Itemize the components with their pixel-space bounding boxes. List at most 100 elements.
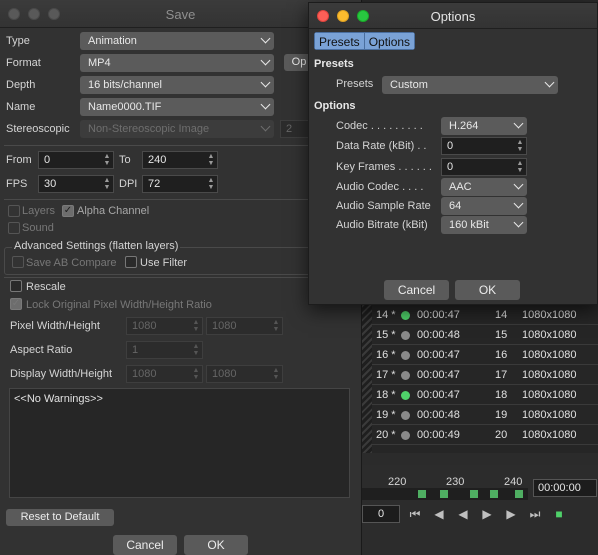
play-reverse-icon[interactable]: ◀ [456, 507, 470, 521]
timeline-marker[interactable] [418, 490, 426, 498]
depth-label: Depth [6, 79, 36, 91]
timeline-marker[interactable] [470, 490, 478, 498]
data-rate-input[interactable]: 0 ▲ ▼ [441, 137, 527, 155]
frame-row[interactable]: 14 * 00:00:47 14 1080x1080 [362, 305, 598, 325]
options-dialog-title: Options [430, 9, 476, 24]
sound-checkbox[interactable] [8, 222, 20, 234]
rescale-checkbox[interactable] [10, 280, 22, 292]
warnings-text: <<No Warnings>> [14, 393, 103, 405]
frame-row[interactable]: 19 * 00:00:48 19 1080x1080 [362, 405, 598, 425]
cancel-button[interactable]: Cancel [113, 535, 177, 555]
fps-input[interactable]: 30 ▲ ▼ [38, 175, 114, 193]
play-icon[interactable]: ▶ [480, 507, 494, 521]
format-select[interactable]: MP4 [80, 54, 274, 72]
display-width-height-label: Display Width/Height [10, 368, 113, 380]
sound-label: Sound [22, 222, 54, 234]
key-frames-input[interactable]: 0 ▲ ▼ [441, 158, 527, 176]
frame-row-number: 14 * [376, 309, 396, 321]
tab-presets[interactable]: Presets [314, 32, 365, 50]
codec-label: Codec . . . . . . . . . [336, 120, 423, 132]
stereoscopic-count-field: 2 [280, 120, 310, 138]
use-filter-checkbox[interactable] [125, 256, 137, 268]
save-titlebar: Save [0, 0, 361, 28]
stereoscopic-select: Non-Stereoscopic Image [80, 120, 274, 138]
chevron-down-icon [544, 77, 555, 88]
presets-header: Presets [314, 58, 354, 70]
frame-row-time: 00:00:49 [417, 429, 460, 441]
frame-row-resolution: 1080x1080 [522, 349, 577, 361]
options-ok-button[interactable]: OK [455, 280, 520, 300]
advanced-settings-title: Advanced Settings (flatten layers) [12, 240, 181, 252]
options-header: Options [314, 100, 356, 112]
rescale-label: Rescale [26, 281, 66, 293]
stepper-icon[interactable]: ▲ ▼ [207, 153, 215, 167]
fps-label: FPS [6, 178, 28, 190]
stepper-icon[interactable]: ▲ ▼ [516, 160, 524, 174]
audio-codec-select[interactable]: AAC [441, 178, 527, 196]
to-input[interactable]: 240 ▲ ▼ [142, 151, 218, 169]
from-input[interactable]: 0 ▲ ▼ [38, 151, 114, 169]
dpi-input[interactable]: 72 ▲ ▼ [142, 175, 218, 193]
frame-row-resolution: 1080x1080 [522, 309, 577, 321]
save-ab-compare-checkbox[interactable] [12, 256, 24, 268]
go-to-start-icon[interactable]: ⏮ [408, 507, 422, 521]
frame-row-time: 00:00:47 [417, 349, 460, 361]
options-cancel-button[interactable]: Cancel [384, 280, 449, 300]
loop-icon[interactable]: ■ [552, 507, 566, 521]
lock-ratio-checkbox[interactable]: ✓ [10, 298, 22, 310]
codec-select[interactable]: H.264 [441, 117, 527, 135]
frame-row[interactable]: 20 * 00:00:49 20 1080x1080 [362, 425, 598, 445]
timeline-tick-label: 230 [446, 476, 465, 488]
depth-select[interactable]: 16 bits/channel [80, 76, 274, 94]
chevron-down-icon [260, 77, 271, 88]
presets-select[interactable]: Custom [382, 76, 558, 94]
reset-to-default-button[interactable]: Reset to Default [6, 509, 114, 526]
presets-label: Presets [336, 78, 374, 90]
go-to-end-icon[interactable]: ⏭ [528, 507, 542, 521]
timecode-field[interactable]: 00:00:00 [533, 479, 597, 497]
save-ab-compare-label: Save AB Compare [26, 257, 117, 269]
format-label: Format [6, 57, 41, 69]
audio-sample-rate-select[interactable]: 64 [441, 197, 527, 215]
status-dot-icon [401, 311, 410, 320]
pixel-width-input: 1080 ▲ ▼ [126, 317, 203, 335]
name-select[interactable]: Name0000.TIF [80, 98, 274, 116]
frame-row-time: 00:00:47 [417, 309, 460, 321]
warnings-box: <<No Warnings>> [9, 388, 350, 498]
step-forward-icon[interactable]: ▶︎ [504, 507, 518, 521]
frame-row-time: 00:00:47 [417, 369, 460, 381]
type-select[interactable]: Animation [80, 32, 274, 50]
layers-checkbox[interactable] [8, 205, 20, 217]
stepper-icon[interactable]: ▲ ▼ [516, 139, 524, 153]
options-titlebar: Options [309, 3, 597, 29]
display-width-input: 1080 ▲ ▼ [126, 365, 203, 383]
chevron-down-icon [260, 55, 271, 66]
stepper-icon[interactable]: ▲ ▼ [103, 153, 111, 167]
frame-row-number: 16 * [376, 349, 396, 361]
frame-row[interactable]: 15 * 00:00:48 15 1080x1080 [362, 325, 598, 345]
dpi-label: DPI [119, 178, 138, 190]
frame-row[interactable]: 18 * 00:00:47 18 1080x1080 [362, 385, 598, 405]
frame-number-field[interactable]: 0 [362, 505, 400, 523]
key-frames-label: Key Frames . . . . . . [336, 161, 432, 173]
frame-row[interactable]: 17 * 00:00:47 17 1080x1080 [362, 365, 598, 385]
stepper-icon: ▲ ▼ [272, 319, 280, 333]
frame-row-frame: 20 [495, 429, 508, 441]
stepper-icon[interactable]: ▲ ▼ [207, 177, 215, 191]
frame-row[interactable]: 16 * 00:00:47 16 1080x1080 [362, 345, 598, 365]
status-dot-icon [401, 391, 410, 400]
step-back-icon[interactable]: ◀︎ [432, 507, 446, 521]
timeline-marker[interactable] [515, 490, 523, 498]
tab-options[interactable]: Options [364, 32, 416, 50]
chevron-down-icon [260, 33, 271, 44]
timeline-marker[interactable] [490, 490, 498, 498]
timeline-marker[interactable] [440, 490, 448, 498]
ok-button[interactable]: OK [184, 535, 248, 555]
alpha-channel-checkbox[interactable]: ✓ [62, 205, 74, 217]
audio-bitrate-select[interactable]: 160 kBit [441, 216, 527, 234]
pixel-height-input: 1080 ▲ ▼ [206, 317, 283, 335]
audio-bitrate-label: Audio Bitrate (kBit) [336, 219, 428, 231]
frame-row-frame: 15 [495, 329, 508, 341]
stepper-icon[interactable]: ▲ ▼ [103, 177, 111, 191]
frame-row-number: 17 * [376, 369, 396, 381]
